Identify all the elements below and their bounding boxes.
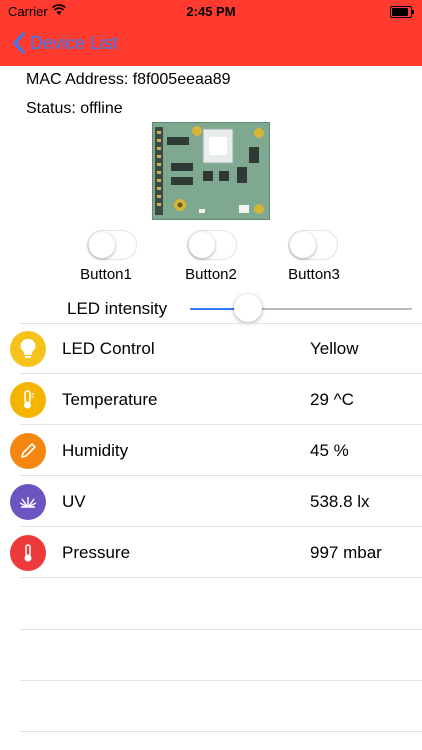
row-temperature[interactable]: Temperature 29 ^C (0, 375, 422, 425)
row-value: 997 mbar (310, 543, 382, 562)
row-name: LED Control (62, 339, 155, 358)
button3-toggle[interactable] (288, 230, 338, 260)
gauge-icon (10, 535, 46, 571)
empty-row-separator (20, 731, 422, 732)
row-humidity[interactable]: Humidity 45 % (0, 426, 422, 476)
row-value: 538.8 lx (310, 492, 370, 511)
row-led-control[interactable]: LED Control Yellow (0, 324, 422, 374)
row-uv[interactable]: UV 538.8 lx (0, 477, 422, 527)
clock: 2:45 PM (186, 4, 236, 19)
back-button-label: Device List (30, 32, 119, 53)
led-intensity-label: LED intensity (67, 299, 168, 318)
button2-toggle[interactable] (187, 230, 237, 260)
pencil-icon (10, 433, 46, 469)
device-status: Status: offline (26, 100, 123, 117)
sun-rays-icon (10, 484, 46, 520)
row-value: 45 % (310, 441, 349, 460)
empty-row-separator (20, 680, 422, 681)
row-name: Pressure (62, 543, 131, 562)
row-name: Temperature (62, 390, 158, 409)
button3-label: Button3 (288, 266, 340, 283)
bulb-icon (10, 331, 46, 367)
button1-label: Button1 (80, 266, 132, 283)
row-name: UV (62, 492, 86, 511)
mac-address: MAC Address: f8f005eeaa89 (26, 71, 231, 88)
battery-icon (390, 6, 414, 18)
row-value: Yellow (310, 339, 359, 358)
back-button[interactable]: Device List (12, 32, 118, 54)
status-bar: Carrier 2:45 PM (0, 0, 422, 22)
led-intensity-slider-thumb[interactable] (233, 294, 262, 322)
row-name: Humidity (62, 441, 129, 460)
chevron-left-icon (13, 32, 25, 54)
button1-toggle[interactable] (87, 230, 137, 260)
button2-label: Button2 (185, 266, 237, 283)
device-board-image (152, 122, 270, 220)
row-pressure[interactable]: Pressure 997 mbar (0, 528, 422, 578)
navigation-bar: Device List (0, 22, 422, 66)
empty-row-separator (20, 629, 422, 630)
row-value: 29 ^C (310, 390, 354, 409)
thermometer-icon (10, 382, 46, 418)
